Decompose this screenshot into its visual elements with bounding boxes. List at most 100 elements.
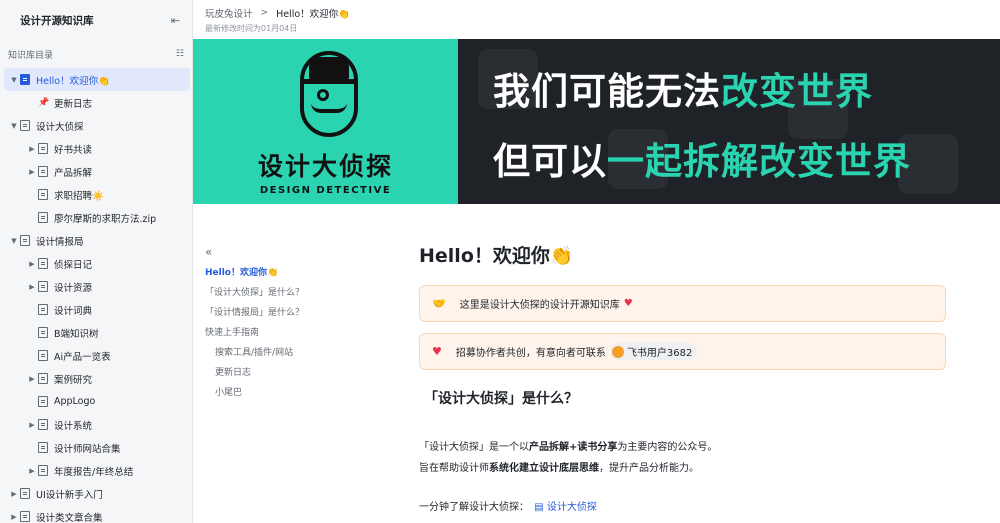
doc-outline: « Hello！欢迎你👏 「设计大侦探」是什么？ 「设计情报局」是什么？ 快速上手指南… <box>193 245 383 403</box>
chevron-down-icon[interactable]: ▼ <box>8 76 20 84</box>
outline-item[interactable]: 搜索工具/插件/网站 <box>205 343 383 363</box>
sidebar-item-label: AppLogo <box>54 396 96 407</box>
doc-icon <box>38 304 48 315</box>
collapse-sidebar-icon[interactable]: ⇤ <box>171 14 180 27</box>
sidebar-item[interactable]: ▼ 设计大侦探 <box>4 114 190 137</box>
banner-brand-name: 设计大侦探 <box>257 152 393 181</box>
catalog-label: 知识库目录 <box>8 50 54 61</box>
user-mention[interactable]: 飞书用户3682 <box>609 343 698 360</box>
sidebar-item-label: 设计资源 <box>54 282 93 294</box>
catalog-list-icon[interactable]: ☷ <box>176 49 184 59</box>
sidebar-item-label: 廖尔摩斯的求职方法.zip <box>54 213 157 225</box>
sidebar-item[interactable]: ▶ 侦探日记 <box>4 252 190 275</box>
chevron-right-icon[interactable]: ▶ <box>26 375 38 383</box>
doc-icon <box>38 212 48 223</box>
chevron-right-icon[interactable]: ▶ <box>26 145 38 153</box>
sidebar-item[interactable]: 求职招聘☀️ <box>4 183 190 206</box>
avatar <box>611 345 624 358</box>
hat-icon <box>309 57 349 81</box>
catalog-header: 知识库目录 ☷ <box>0 40 192 68</box>
callout-intro-text: 这里是设计大侦探的设计开源知识库 <box>459 300 620 311</box>
doc-icon <box>38 419 48 430</box>
chevron-right-icon[interactable]: ▶ <box>26 467 38 475</box>
sidebar-item-label: 年度报告/年终总结 <box>54 466 134 478</box>
sidebar-item[interactable]: ▼ 设计情报局 <box>4 229 190 252</box>
outline-item[interactable]: 「设计情报局」是什么？ <box>205 303 383 323</box>
sidebar-item-label: Ai产品一览表 <box>54 351 111 363</box>
sidebar-item[interactable]: ▶ UI设计新手入门 <box>4 482 190 505</box>
sidebar-item[interactable]: Ai产品一览表 <box>4 344 190 367</box>
sidebar-item[interactable]: ▼ Hello！欢迎你👏 <box>4 68 190 91</box>
doc-icon <box>20 120 30 131</box>
sidebar-item[interactable]: ▶ 产品拆解 <box>4 160 190 183</box>
outline-item[interactable]: 快速上手指南 <box>205 323 383 343</box>
slogan-line-2: 但可以一起拆解改变世界 <box>493 131 911 185</box>
breadcrumb-root[interactable]: 玩皮兔设计 <box>205 6 253 20</box>
intro-paragraph: 「设计大侦探」是一个以产品拆解+读书分享为主要内容的公众号。 旨在帮助设计师系统… <box>419 437 946 479</box>
outline-item[interactable]: 小尾巴 <box>205 383 383 403</box>
sidebar-item[interactable]: ▶ 年度报告/年终总结 <box>4 459 190 482</box>
doc-icon <box>38 143 48 154</box>
chevron-right-icon[interactable]: ▶ <box>8 513 20 521</box>
text: 旨在帮助设计师 <box>419 463 489 474</box>
chevron-right-icon[interactable]: ▶ <box>26 421 38 429</box>
chevron-right-icon[interactable]: ▶ <box>26 260 38 268</box>
sidebar-item[interactable]: 📌 更新日志 <box>4 91 190 114</box>
callout-recruit-text: 招募协作者共创，有意向者可联系 <box>455 348 606 359</box>
doc-icon <box>38 465 48 476</box>
sidebar-item[interactable]: ▶ 案例研究 <box>4 367 190 390</box>
outline-list: Hello！欢迎你👏 「设计大侦探」是什么？ 「设计情报局」是什么？ 快速上手指南 搜索… <box>205 263 383 403</box>
last-modified: 最新修改时间为01月04日 <box>205 24 298 33</box>
bold-text: 系统化建立设计底层思维 <box>489 463 599 474</box>
callout-recruit: ♥ 招募协作者共创，有意向者可联系 飞书用户3682 <box>419 333 946 370</box>
sidebar-item[interactable]: ▶ 设计系统 <box>4 413 190 436</box>
doc-link[interactable]: ▤ 设计大侦探 <box>534 502 597 513</box>
heart-icon: ♥ <box>432 345 442 358</box>
doc-icon <box>20 511 30 522</box>
text: 一分钟了解设计大侦探： <box>419 502 529 513</box>
cover-banner: 设计大侦探 DESIGN DETECTIVE 我们可能无法改变世界 但可以一起拆… <box>193 39 1000 204</box>
sidebar-item-label: Hello！欢迎你👏 <box>36 75 110 87</box>
doc-icon <box>38 166 48 177</box>
page-title: Hello！欢迎你👏 <box>419 244 574 267</box>
sidebar-item[interactable]: B端知识树 <box>4 321 190 344</box>
intro-line-2: 旨在帮助设计师系统化建立设计底层思维，提升产品分析能力。 <box>419 458 946 479</box>
chevron-right-icon[interactable]: ▶ <box>26 283 38 291</box>
breadcrumb-current[interactable]: Hello！欢迎你👏 <box>276 6 350 20</box>
handshake-icon: 🤝 <box>432 297 446 310</box>
slogan-line-1: 我们可能无法改变世界 <box>493 61 873 115</box>
chevron-right-icon[interactable]: ▶ <box>26 168 38 176</box>
sidebar-item-label: 产品拆解 <box>54 167 93 179</box>
sidebar: 设计开源知识库 ⇤ 知识库目录 ☷ ▼ Hello！欢迎你👏 📌 更新日志 ▼ 设计大侦探… <box>0 0 193 523</box>
magnifier-icon <box>317 89 329 101</box>
sidebar-item[interactable]: ▶ 设计资源 <box>4 275 190 298</box>
doc-icon <box>38 350 48 361</box>
chevron-down-icon[interactable]: ▼ <box>8 237 20 245</box>
sidebar-item-label: 设计情报局 <box>36 236 84 248</box>
sidebar-item-label: 好书共读 <box>54 144 93 156</box>
sidebar-item-label: B端知识树 <box>54 328 99 340</box>
chevron-right-icon[interactable]: ▶ <box>8 490 20 498</box>
outline-item[interactable]: 更新日志 <box>205 363 383 383</box>
sidebar-item[interactable]: 设计词典 <box>4 298 190 321</box>
chevron-down-icon[interactable]: ▼ <box>8 122 20 130</box>
chevron-right-icon: > <box>260 8 269 18</box>
sidebar-item[interactable]: ▶ 好书共读 <box>4 137 190 160</box>
sidebar-item-label: 设计大侦探 <box>36 121 84 133</box>
outline-item[interactable]: Hello！欢迎你👏 <box>205 263 383 283</box>
slogan-2-highlight: 一起拆解改变世界 <box>607 140 911 183</box>
sidebar-item-label: 设计师网站合集 <box>54 443 121 455</box>
doc-link-label: 设计大侦探 <box>546 502 597 513</box>
sidebar-item[interactable]: 廖尔摩斯的求职方法.zip <box>4 206 190 229</box>
sidebar-item[interactable]: 设计师网站合集 <box>4 436 190 459</box>
banner-brand-english: DESIGN DETECTIVE <box>259 185 392 196</box>
collapse-outline-icon[interactable]: « <box>205 245 383 259</box>
doc-icon <box>38 442 48 453</box>
sidebar-item-label: UI设计新手入门 <box>36 489 103 501</box>
text: 「设计大侦探」是一个以 <box>419 442 529 453</box>
hat-brim-icon <box>301 79 357 84</box>
sidebar-item-label: 设计词典 <box>54 305 93 317</box>
sidebar-item[interactable]: ▶ 设计类文章合集 <box>4 505 190 523</box>
sidebar-item[interactable]: AppLogo <box>4 390 190 413</box>
outline-item[interactable]: 「设计大侦探」是什么？ <box>205 283 383 303</box>
